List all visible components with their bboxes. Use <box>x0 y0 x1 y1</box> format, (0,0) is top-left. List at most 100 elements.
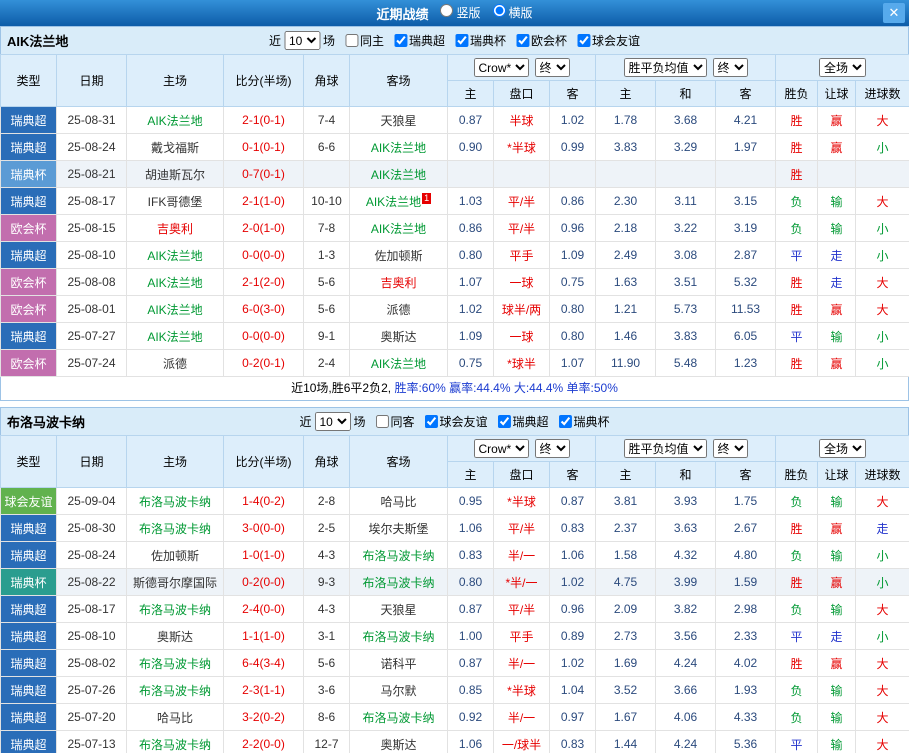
home-team-link[interactable]: AIK法兰地 <box>147 303 202 317</box>
away-team-link[interactable]: AIK法兰地 <box>371 357 426 371</box>
cell-away-team: AIK法兰地 1 <box>349 187 448 215</box>
home-team-link[interactable]: 布洛马波卡纳 <box>139 495 211 509</box>
col-odds-home: 主 <box>447 461 494 488</box>
home-team-link[interactable]: 派德 <box>163 357 187 371</box>
cell-avg-draw <box>655 160 717 188</box>
away-team-link[interactable]: 布洛马波卡纳 <box>362 576 434 590</box>
avg-time-select[interactable]: 终 <box>712 58 748 77</box>
odds-source-select[interactable]: Crow* <box>473 58 529 77</box>
cell-odds-away: 0.89 <box>548 622 597 650</box>
cell-home-team: 布洛马波卡纳 <box>126 514 224 542</box>
away-team-link[interactable]: 派德 <box>386 303 410 317</box>
away-team-link[interactable]: 布洛马波卡纳 <box>362 630 434 644</box>
cell-date: 25-09-04 <box>56 487 127 515</box>
home-team-link[interactable]: AIK法兰地 <box>147 330 202 344</box>
cell-result-handicap: 输 <box>817 487 857 515</box>
home-team-link[interactable]: 布洛马波卡纳 <box>139 684 211 698</box>
home-team-link[interactable]: AIK法兰地 <box>147 276 202 290</box>
cell-odds-away: 1.02 <box>548 649 597 677</box>
cell-score: 2-1(2-0) <box>223 268 304 296</box>
home-team-link[interactable]: AIK法兰地 <box>147 114 202 128</box>
home-team-link[interactable]: IFK哥德堡 <box>148 195 203 209</box>
away-team-link[interactable]: 布洛马波卡纳 <box>362 549 434 563</box>
league-filter-checkbox[interactable] <box>497 415 511 428</box>
cell-home-team: 吉奥利 <box>126 214 224 242</box>
league-filter-checkbox[interactable] <box>577 34 591 47</box>
scope-select[interactable]: 全场 <box>819 58 867 77</box>
odds-source-select[interactable]: Crow* <box>473 439 529 458</box>
away-team-link[interactable]: 布洛马波卡纳 <box>362 711 434 725</box>
away-team-link[interactable]: AIK法兰地 <box>366 195 421 209</box>
avg-source-select[interactable]: 胜平负均值 <box>623 58 707 77</box>
cell-avg-home: 11.90 <box>595 349 657 377</box>
layout-radio-label: 竖版 <box>456 6 481 20</box>
match-row: 欧会杯 25-07-24 派德 0-2(0-1) 2-4 AIK法兰地 0.75 *球半 1.0… <box>0 349 909 377</box>
cell-competition: 瑞典超 <box>0 595 57 623</box>
home-team-link[interactable]: 布洛马波卡纳 <box>139 657 211 671</box>
away-team-link[interactable]: 天狼星 <box>380 603 416 617</box>
away-team-link[interactable]: 佐加顿斯 <box>374 249 422 263</box>
layout-radio[interactable] <box>440 4 454 17</box>
league-filter-checkbox[interactable] <box>393 34 407 47</box>
cell-avg-home: 2.30 <box>595 187 657 215</box>
away-team-link[interactable]: 吉奥利 <box>380 276 416 290</box>
away-team-link[interactable]: 哈马比 <box>380 495 416 509</box>
same-venue-checkbox[interactable] <box>344 34 358 47</box>
cell-handicap: 一球 <box>493 322 550 350</box>
home-team-link[interactable]: 布洛马波卡纳 <box>139 738 211 752</box>
odds-time-select[interactable]: 终 <box>534 439 570 458</box>
away-team-link[interactable]: 天狼星 <box>380 114 416 128</box>
home-team-link[interactable]: 佐加顿斯 <box>151 549 199 563</box>
league-filter-checkbox[interactable] <box>516 34 530 47</box>
away-team-link[interactable]: 奥斯达 <box>380 330 416 344</box>
home-team-link[interactable]: 吉奥利 <box>157 222 193 236</box>
scope-select[interactable]: 全场 <box>819 439 867 458</box>
cell-date: 25-08-15 <box>56 214 127 242</box>
cell-odds-away: 0.75 <box>548 268 597 296</box>
home-team-link[interactable]: 哈马比 <box>157 711 193 725</box>
cell-handicap: *半/一 <box>493 568 550 596</box>
league-filter-checkbox[interactable] <box>455 34 469 47</box>
close-icon[interactable]: ✕ <box>883 3 905 23</box>
match-row: 瑞典杯 25-08-21 胡迪斯瓦尔 0-7(0-1) AIK法兰地 胜 <box>0 160 909 188</box>
cell-competition: 瑞典杯 <box>0 160 57 188</box>
avg-source-select[interactable]: 胜平负均值 <box>623 439 707 458</box>
away-team-link[interactable]: 奥斯达 <box>380 738 416 752</box>
home-team-link[interactable]: 布洛马波卡纳 <box>139 603 211 617</box>
home-team-link[interactable]: 戴戈福斯 <box>151 141 199 155</box>
cell-odds-home: 0.80 <box>447 568 494 596</box>
match-row: 瑞典超 25-08-17 布洛马波卡纳 2-4(0-0) 4-3 天狼星 0.87 平/半 0.… <box>0 595 909 623</box>
home-team-link[interactable]: 奥斯达 <box>157 630 193 644</box>
cell-competition: 瑞典超 <box>0 622 57 650</box>
away-team-link[interactable]: 埃尔夫斯堡 <box>368 522 428 536</box>
away-team-link[interactable]: 诺科平 <box>380 657 416 671</box>
league-filter-checkbox[interactable] <box>424 415 438 428</box>
home-team-link[interactable]: 胡迪斯瓦尔 <box>145 168 205 182</box>
cell-result-goals: 小 <box>855 568 909 596</box>
match-count-select[interactable]: 10 <box>283 31 320 50</box>
home-team-link[interactable]: AIK法兰地 <box>147 249 202 263</box>
away-team-link[interactable]: AIK法兰地 <box>371 141 426 155</box>
home-team-link[interactable]: 布洛马波卡纳 <box>139 522 211 536</box>
cell-date: 25-08-08 <box>56 268 127 296</box>
avg-time-select[interactable]: 终 <box>712 439 748 458</box>
cell-odds-away: 0.96 <box>548 214 597 242</box>
cell-home-team: 胡迪斯瓦尔 <box>126 160 224 188</box>
cell-result-goals: 小 <box>855 349 909 377</box>
layout-radio[interactable] <box>492 4 506 17</box>
odds-time-select[interactable]: 终 <box>534 58 570 77</box>
league-filter-checkbox[interactable] <box>558 415 572 428</box>
cell-handicap: 半/一 <box>493 649 550 677</box>
cell-away-team: 布洛马波卡纳 <box>349 541 448 569</box>
home-team-link[interactable]: 斯德哥尔摩国际 <box>133 576 217 590</box>
away-team-link[interactable]: 马尔默 <box>380 684 416 698</box>
away-team-link[interactable]: AIK法兰地 <box>371 168 426 182</box>
cell-result-wl: 负 <box>775 703 819 731</box>
cell-handicap: 一球 <box>493 268 550 296</box>
match-count-select[interactable]: 10 <box>314 412 351 431</box>
cell-result-handicap: 输 <box>817 676 857 704</box>
away-team-link[interactable]: AIK法兰地 <box>371 222 426 236</box>
same-venue-checkbox[interactable] <box>375 415 389 428</box>
cell-corner: 7-8 <box>303 214 350 242</box>
cell-date: 25-08-24 <box>56 541 127 569</box>
